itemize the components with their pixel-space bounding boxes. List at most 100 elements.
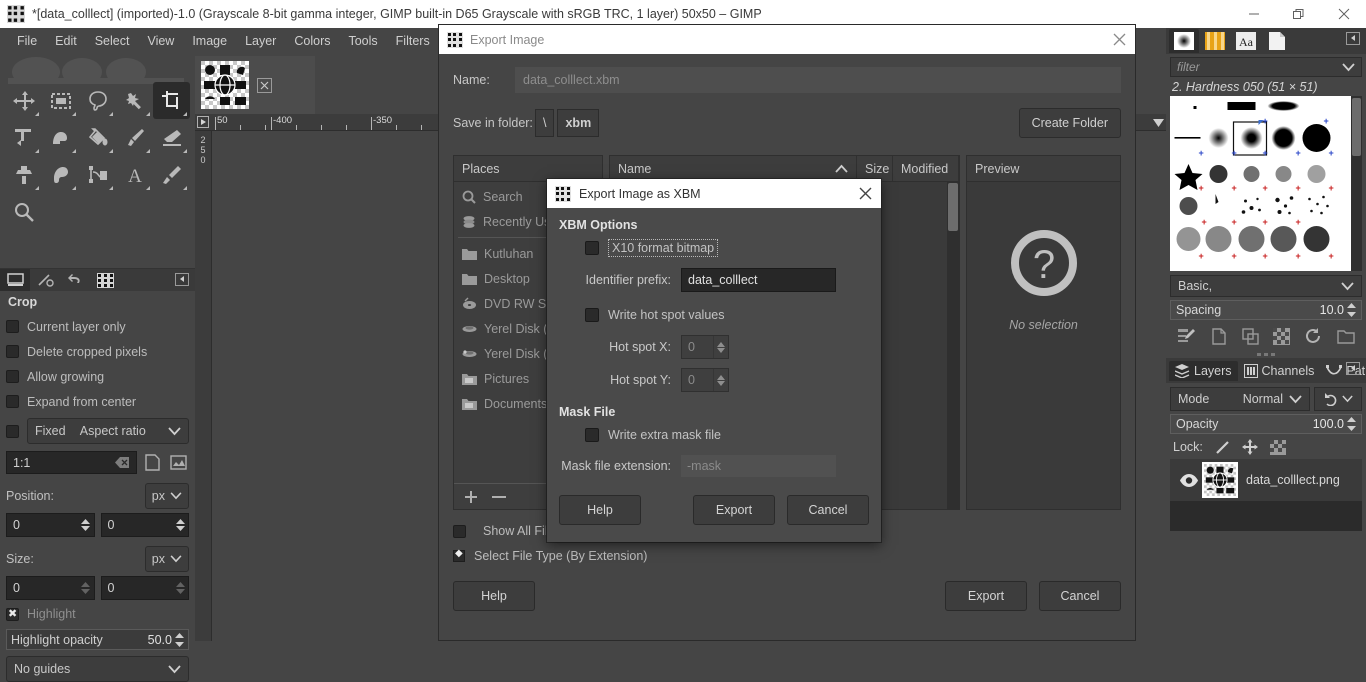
tab-fonts[interactable]: Aa [1231,29,1261,53]
smudge-tool[interactable] [42,156,79,193]
highlight-opacity-slider[interactable]: Highlight opacity 50.0 [6,629,189,650]
checkbox-icon[interactable] [6,607,19,621]
paintbrush-tool[interactable] [116,119,153,156]
eraser-tool[interactable] [153,119,190,156]
menu-filters[interactable]: Filters [387,31,439,51]
layer-opacity-slider[interactable]: Opacity 100.0 [1170,414,1362,434]
maximize-button[interactable] [1276,0,1321,28]
identifier-prefix-input[interactable]: data_colllect [681,268,836,292]
guides-select[interactable]: No guides [6,656,189,682]
menu-select[interactable]: Select [86,31,139,51]
menu-tools[interactable]: Tools [339,31,386,51]
checkbox-icon[interactable] [585,241,599,255]
lock-position-icon[interactable] [1241,439,1258,455]
column-header-name[interactable]: Name [610,156,857,181]
option-delete-cropped-pixels[interactable]: Delete cropped pixels [6,339,189,364]
tab-undo-history[interactable] [60,269,90,291]
checkbox-icon[interactable] [6,370,19,383]
spinner-arrows-icon[interactable] [172,514,188,536]
add-place-icon[interactable] [464,490,478,504]
brush-spacing-slider[interactable]: Spacing 10.0 [1170,300,1362,320]
xbm-cancel-button[interactable]: Cancel [787,495,869,525]
size-unit-select[interactable]: px [144,546,189,572]
portrait-orientation-icon[interactable] [142,452,163,473]
dock-menu-icon[interactable] [175,273,189,286]
hot-spot-y-input[interactable]: 0 [681,368,729,392]
brush-tag-select[interactable]: Basic, [1170,275,1362,297]
checkbox-icon[interactable] [585,308,599,322]
size-width-input[interactable]: 0 [6,576,95,600]
position-x-input[interactable]: 0 [6,513,95,537]
export-help-button[interactable]: Help [453,581,535,611]
create-folder-button[interactable]: Create Folder [1018,108,1121,138]
clear-icon[interactable] [115,457,130,468]
breadcrumb-root[interactable]: \ [535,109,555,137]
checkbox-icon[interactable] [585,428,599,442]
checkbox-icon[interactable] [6,320,19,333]
landscape-orientation-icon[interactable] [168,452,189,473]
checkbox-icon[interactable] [453,524,466,538]
tab-brushes[interactable] [1169,29,1199,53]
layer-row[interactable]: data_colllect.png [1170,459,1362,501]
chevron-down-icon[interactable] [1342,62,1355,72]
brush-filter-input[interactable]: filter [1170,57,1362,77]
aspect-ratio-input[interactable]: 1:1 [6,451,137,474]
xbm-export-button[interactable]: Export [693,495,775,525]
checkbox-icon[interactable] [6,395,19,408]
crop-tool[interactable] [153,82,190,119]
edit-brush-icon[interactable] [1177,328,1196,345]
tab-images[interactable] [90,269,120,291]
warp-transform-tool[interactable] [42,119,79,156]
scrollbar-thumb[interactable] [948,183,958,231]
clone-tool[interactable] [5,156,42,193]
option-expand-from-center[interactable]: Expand from center [6,389,189,414]
path-tool[interactable] [79,156,116,193]
duplicate-brush-icon[interactable] [1241,327,1259,345]
brush-grid[interactable]: + + + + + + + + + + + + + + + + + + + + + [1170,96,1351,271]
option-current-layer-only[interactable]: Current layer only [6,314,189,339]
spinner-arrows-icon[interactable] [172,577,188,599]
menu-edit[interactable]: Edit [46,31,86,51]
menu-colors[interactable]: Colors [285,31,339,51]
layer-visibility-icon[interactable] [1176,473,1202,487]
refresh-brushes-icon[interactable] [1305,327,1322,345]
spinner-arrows-icon[interactable] [175,632,184,647]
spinner-arrows-icon[interactable] [1347,417,1356,431]
unified-transform-tool[interactable] [5,119,42,156]
column-header-size[interactable]: Size [857,156,893,181]
close-button[interactable] [1321,0,1366,28]
option-write-extra-mask-file[interactable]: Write extra mask file [585,424,869,446]
rectangle-select-tool[interactable] [42,82,79,119]
delete-brush-icon[interactable] [1273,327,1291,345]
vertical-ruler[interactable]: 2 5 0 [195,131,212,641]
close-icon[interactable] [1112,32,1127,47]
fuzzy-select-tool[interactable] [116,82,153,119]
hot-spot-x-input[interactable]: 0 [681,335,729,359]
minimize-button[interactable] [1231,0,1276,28]
brush-grid-scrollbar[interactable] [1351,96,1362,271]
menu-view[interactable]: View [138,31,183,51]
bucket-fill-tool[interactable] [79,119,116,156]
menu-layer[interactable]: Layer [236,31,285,51]
fixed-aspect-combo[interactable]: Fixed Aspect ratio [27,418,189,444]
free-select-tool[interactable] [79,82,116,119]
spinner-arrows-icon[interactable] [78,577,94,599]
new-brush-icon[interactable] [1211,327,1227,345]
dock-menu-icon[interactable] [1346,362,1360,375]
dock-resize-grip[interactable] [1166,350,1366,358]
lock-alpha-icon[interactable] [1269,439,1286,455]
zoom-tool[interactable] [5,193,42,230]
tab-device-status[interactable] [30,269,60,291]
option-highlight[interactable]: Highlight [6,603,189,625]
breadcrumb-current[interactable]: xbm [557,109,600,137]
option-x10-format[interactable]: X10 format bitmap [585,237,869,259]
checkbox-icon[interactable] [6,424,19,438]
mode-switch-button[interactable] [1314,387,1362,411]
spinner-arrows-icon[interactable] [713,336,728,358]
image-tab[interactable] [195,56,315,114]
file-list-scrollbar[interactable] [947,182,959,509]
open-brush-folder-icon[interactable] [1336,328,1355,345]
size-height-input[interactable]: 0 [100,576,189,600]
menu-file[interactable]: File [8,31,46,51]
tab-channels[interactable]: Channels [1238,361,1321,381]
